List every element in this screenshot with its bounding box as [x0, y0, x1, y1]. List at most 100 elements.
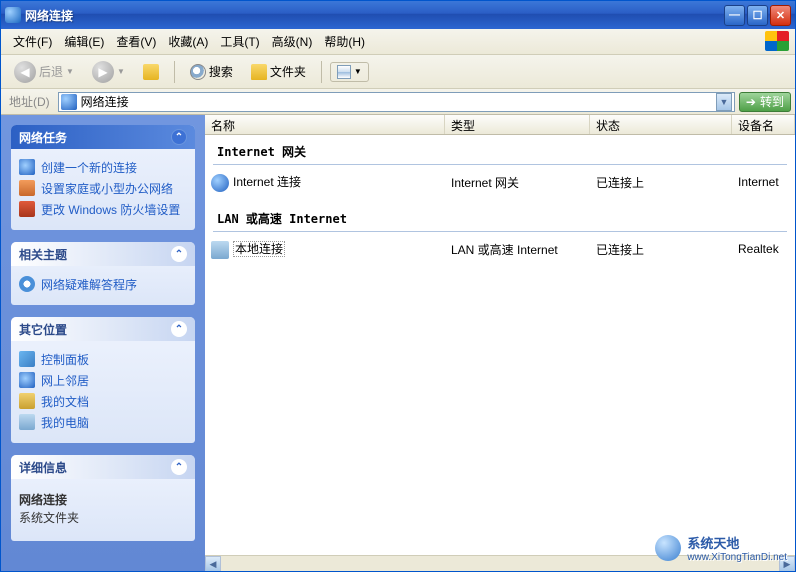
address-dropdown-icon[interactable]: ▼ — [716, 93, 732, 111]
separator — [174, 61, 175, 83]
cell-name: 本地连接 — [205, 240, 445, 259]
sidebar-item[interactable]: 设置家庭或小型办公网络 — [19, 178, 187, 199]
forward-button[interactable]: ▶ ▼ — [85, 58, 132, 86]
panel-header[interactable]: 网络任务 ⌃ — [11, 125, 195, 149]
address-combo[interactable]: 网络连接 ▼ — [58, 92, 735, 112]
scroll-left-icon[interactable]: ◀ — [205, 556, 221, 571]
menu-edit[interactable]: 编辑(E) — [58, 33, 110, 50]
cell-status: 已连接上 — [590, 241, 732, 258]
forward-dropdown-icon: ▼ — [117, 67, 125, 76]
col-type[interactable]: 类型 — [445, 115, 590, 134]
address-bar: 地址(D) 网络连接 ▼ ➔ 转到 — [1, 89, 795, 115]
pc-icon — [19, 414, 35, 430]
h-scrollbar[interactable]: ◀ ▶ — [205, 555, 795, 571]
globe-icon — [211, 174, 229, 192]
sidebar-item-label: 设置家庭或小型办公网络 — [41, 180, 173, 197]
list-view: 名称 类型 状态 设备名 Internet 网关Internet 连接Inter… — [205, 115, 795, 571]
cell-type: Internet 网关 — [445, 174, 590, 191]
panel-header[interactable]: 其它位置 ⌃ — [11, 317, 195, 341]
back-dropdown-icon: ▼ — [66, 67, 74, 76]
home-icon — [19, 180, 35, 196]
panel-network-tasks: 网络任务 ⌃ 创建一个新的连接设置家庭或小型办公网络更改 Windows 防火墙… — [11, 125, 195, 230]
panel-header[interactable]: 相关主题 ⌃ — [11, 242, 195, 266]
search-icon — [190, 64, 206, 80]
scroll-track[interactable] — [221, 556, 779, 571]
details-text: 网络连接 系统文件夹 — [19, 487, 187, 531]
connection-name: Internet 连接 — [233, 175, 301, 189]
sidebar-item[interactable]: 更改 Windows 防火墙设置 — [19, 199, 187, 220]
search-button[interactable]: 搜索 — [183, 60, 240, 83]
col-name[interactable]: 名称 — [205, 115, 445, 134]
connection-row[interactable]: 本地连接LAN 或高速 Internet已连接上Realtek — [205, 238, 795, 261]
go-button[interactable]: ➔ 转到 — [739, 92, 791, 112]
group-divider — [213, 164, 787, 165]
close-button[interactable]: ✕ — [770, 5, 791, 26]
menu-help[interactable]: 帮助(H) — [318, 33, 371, 50]
up-button[interactable] — [136, 61, 166, 83]
panel-details: 详细信息 ⌃ 网络连接 系统文件夹 — [11, 455, 195, 541]
minimize-button[interactable]: — — [724, 5, 745, 26]
sidebar-item[interactable]: 我的电脑 — [19, 412, 187, 433]
details-type: 系统文件夹 — [19, 509, 187, 527]
address-text: 网络连接 — [81, 93, 716, 110]
group-heading: Internet 网关 — [205, 139, 795, 164]
shield-icon — [19, 201, 35, 217]
forward-icon: ▶ — [92, 61, 114, 83]
maximize-button[interactable]: ☐ — [747, 5, 768, 26]
group-heading: LAN 或高速 Internet — [205, 206, 795, 231]
views-button[interactable]: ▼ — [330, 62, 369, 82]
sidebar-item[interactable]: 网络疑难解答程序 — [19, 274, 187, 295]
panel-title: 其它位置 — [19, 321, 67, 338]
chevron-up-icon: ⌃ — [171, 459, 187, 475]
sidebar-item-label: 我的电脑 — [41, 414, 89, 431]
sidebar-item[interactable]: 我的文档 — [19, 391, 187, 412]
details-name: 网络连接 — [19, 491, 187, 509]
back-label: 后退 — [39, 63, 63, 80]
panel-body: 控制面板网上邻居我的文档我的电脑 — [11, 341, 195, 443]
titlebar[interactable]: 网络连接 — ☐ ✕ — [1, 1, 795, 29]
address-label: 地址(D) — [5, 93, 54, 110]
folders-button[interactable]: 文件夹 — [244, 60, 313, 83]
col-device[interactable]: 设备名 — [732, 115, 795, 134]
panel-title: 相关主题 — [19, 246, 67, 263]
panel-header[interactable]: 详细信息 ⌃ — [11, 455, 195, 479]
scroll-right-icon[interactable]: ▶ — [779, 556, 795, 571]
panel-related: 相关主题 ⌃ 网络疑难解答程序 — [11, 242, 195, 305]
info-icon — [19, 276, 35, 292]
docs-icon — [19, 393, 35, 409]
sidebar-item[interactable]: 控制面板 — [19, 349, 187, 370]
panel-title: 网络任务 — [19, 129, 67, 146]
panel-other-places: 其它位置 ⌃ 控制面板网上邻居我的文档我的电脑 — [11, 317, 195, 443]
sidebar-item-label: 网上邻居 — [41, 372, 89, 389]
sidebar-item[interactable]: 创建一个新的连接 — [19, 157, 187, 178]
menu-tools[interactable]: 工具(T) — [214, 33, 265, 50]
sidebar-item-label: 创建一个新的连接 — [41, 159, 137, 176]
menu-favorites[interactable]: 收藏(A) — [162, 33, 214, 50]
list-area[interactable]: Internet 网关 Internet 连接 Internet 网关已连接上 Int… — [205, 135, 795, 555]
window: 网络连接 — ☐ ✕ 文件(F) 编辑(E) 查看(V) 收藏(A) 工具(T)… — [0, 0, 796, 572]
column-headers: 名称 类型 状态 设备名 — [205, 115, 795, 135]
cpl-icon — [19, 351, 35, 367]
chevron-up-icon: ⌃ — [171, 321, 187, 337]
cell-device: Internet — [732, 175, 795, 189]
group-divider — [213, 231, 787, 232]
go-label: 转到 — [760, 93, 784, 110]
address-icon — [61, 94, 77, 110]
connection-row[interactable]: Internet 连接Internet 网关已连接上Internet — [205, 171, 795, 194]
panel-body: 网络疑难解答程序 — [11, 266, 195, 305]
up-icon — [143, 64, 159, 80]
window-title: 网络连接 — [25, 7, 724, 24]
menu-file[interactable]: 文件(F) — [7, 33, 58, 50]
search-label: 搜索 — [209, 63, 233, 80]
menu-advanced[interactable]: 高级(N) — [266, 33, 319, 50]
sidebar-item-label: 网络疑难解答程序 — [41, 276, 137, 293]
sidebar-item[interactable]: 网上邻居 — [19, 370, 187, 391]
menu-view[interactable]: 查看(V) — [110, 33, 162, 50]
net-icon — [19, 159, 35, 175]
connection-name: 本地连接 — [233, 241, 285, 257]
cell-type: LAN 或高速 Internet — [445, 241, 590, 258]
back-button[interactable]: ◀ 后退 ▼ — [7, 58, 81, 86]
sidebar-item-label: 控制面板 — [41, 351, 89, 368]
col-status[interactable]: 状态 — [590, 115, 732, 134]
nethood-icon — [19, 372, 35, 388]
